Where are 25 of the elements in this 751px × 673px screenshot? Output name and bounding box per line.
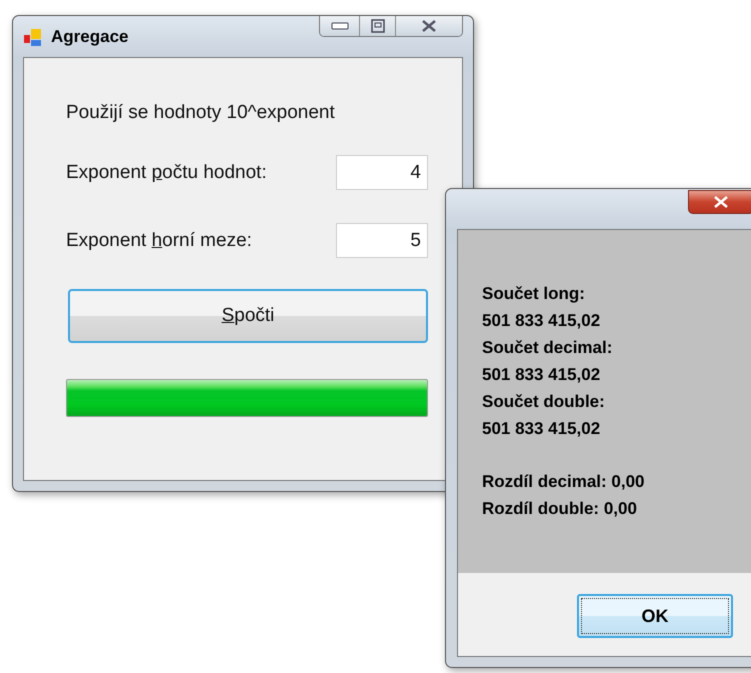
close-icon <box>713 196 729 208</box>
message-text: Součet long: <box>482 283 586 305</box>
input-field[interactable]: 4 <box>336 155 428 190</box>
close-button[interactable] <box>688 190 751 214</box>
message-text: Rozdíl decimal: 0,00 <box>482 471 646 493</box>
message-text: 501 833 415,02 <box>482 418 602 440</box>
input-field[interactable]: 5 <box>336 223 428 258</box>
compute-button[interactable]: Spočti <box>68 289 428 343</box>
app-icon <box>23 28 43 48</box>
maximize-icon <box>370 19 384 33</box>
message-text: 501 833 415,02 <box>482 364 602 386</box>
window-title: Agregace <box>51 27 128 47</box>
message-text: Rozdíl double: 0,00 <box>482 498 638 520</box>
close-icon <box>421 20 437 32</box>
field-label: Exponent počtu hodnot: <box>66 162 267 184</box>
message-text: 501 833 415,02 <box>482 310 602 332</box>
info-text: Použijí se hodnoty 10^exponent <box>66 102 336 124</box>
message-text: Součet decimal: <box>482 337 614 359</box>
message-text: Součet double: <box>482 391 606 413</box>
minimize-icon <box>330 22 348 30</box>
minimize-button[interactable] <box>320 16 360 36</box>
ok-button[interactable]: OK <box>577 594 733 638</box>
maximize-button[interactable] <box>360 16 396 36</box>
close-button[interactable] <box>396 16 462 36</box>
field-label: Exponent horní meze: <box>66 230 252 252</box>
